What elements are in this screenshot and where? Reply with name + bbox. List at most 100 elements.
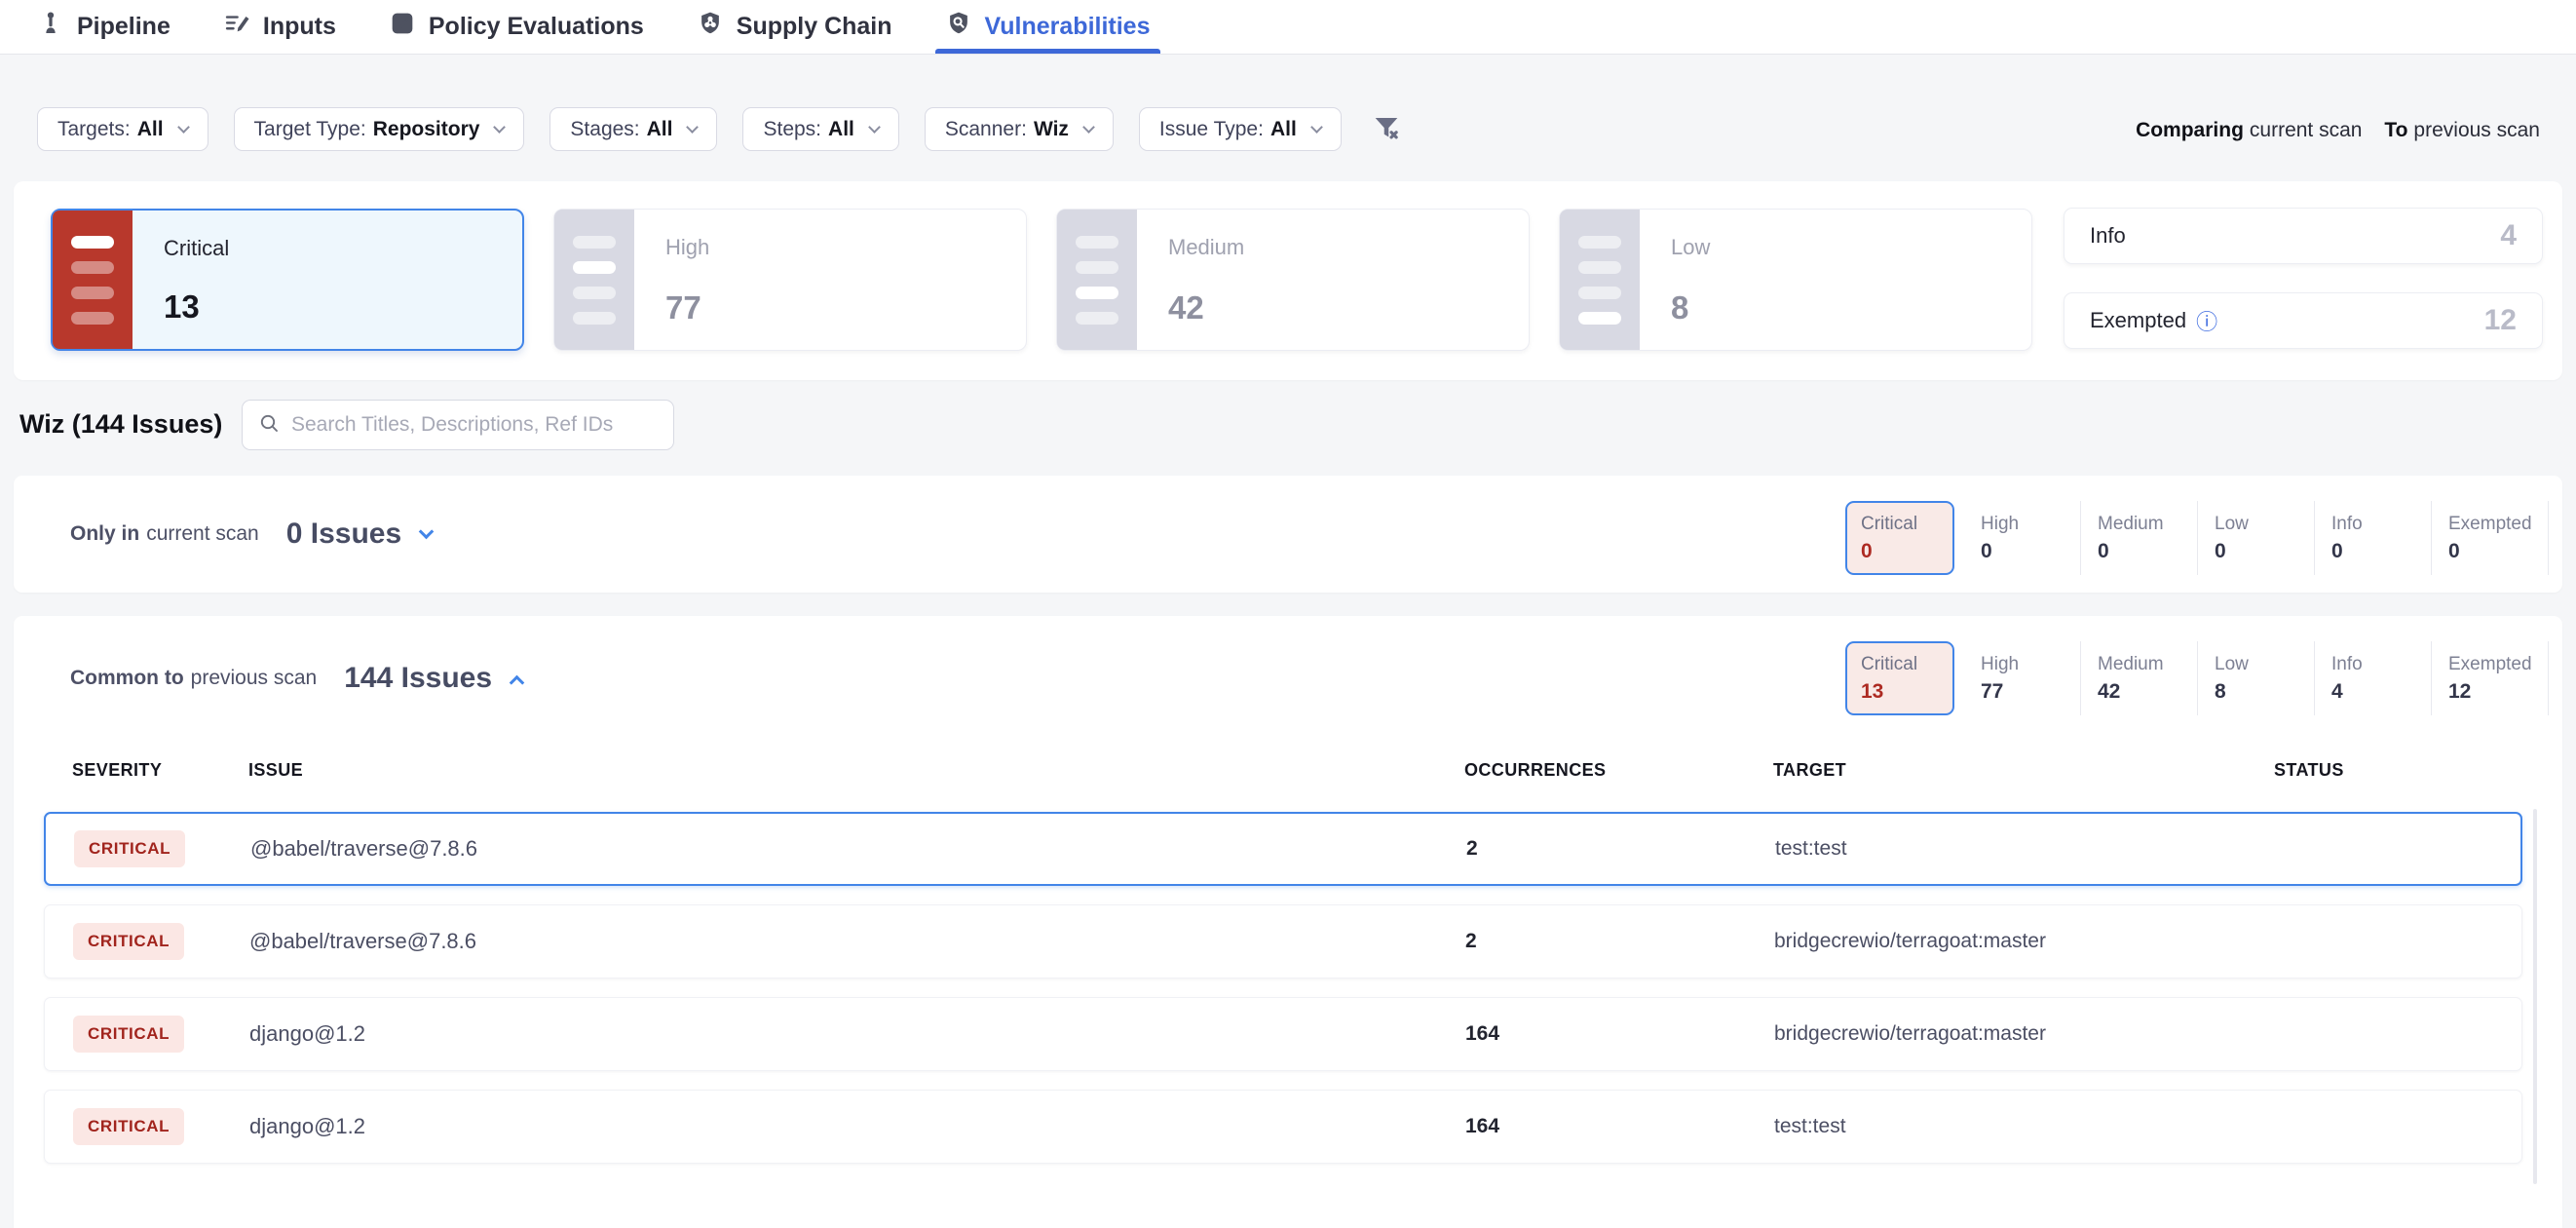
severity-label: Low [1671,235,1710,260]
chip-critical[interactable]: Critical13 [1845,641,1954,715]
tab-vulnerabilities[interactable]: Vulnerabilities [945,0,1151,54]
occurrences-cell: 164 [1465,1115,1499,1138]
target-cell: test:test [1775,837,1847,861]
severity-label: High [665,235,709,260]
chip-medium[interactable]: Medium0 [2081,501,2198,575]
chevron-down-icon [1310,121,1323,134]
severity-count: 42 [1168,289,1244,326]
severity-card-medium[interactable]: Medium42 [1056,209,1530,351]
tab-pipeline[interactable]: Pipeline [37,0,170,54]
column-header-issue: ISSUE [248,760,303,781]
inputs-icon [223,10,250,44]
severity-bars-icon [1560,210,1640,350]
chip-high[interactable]: High0 [1964,501,2081,575]
filter-label: Target Type: [254,118,366,141]
issue-cell: django@1.2 [249,1021,365,1047]
compare-scans-label: Comparingcurrent scan Toprevious scan [2136,119,2547,142]
target-cell: bridgecrewio/terragoat:master [1774,930,2046,953]
shield-network-icon [697,10,724,44]
occurrences-cell: 2 [1465,930,1477,953]
filter-value: All [1270,118,1297,141]
chip-medium[interactable]: Medium42 [2081,641,2198,715]
chip-exempted[interactable]: Exempted0 [2432,501,2549,575]
chevron-down-icon [177,121,190,134]
filter-value: All [137,118,164,141]
scanner-filter[interactable]: Scanner:Wiz [925,107,1114,151]
scrollbar[interactable] [2533,809,2537,1184]
tab-label: Inputs [263,13,336,41]
column-header-severity: SEVERITY [72,760,162,781]
issue-cell: django@1.2 [249,1114,365,1139]
column-header-target: TARGET [1773,760,1846,781]
stages-filter[interactable]: Stages: All [549,107,717,151]
severity-count: 8 [1671,289,1710,326]
severity-card-high[interactable]: High 77 [553,209,1027,351]
filter-value: Repository [373,118,480,141]
targets-filter[interactable]: Targets:All [37,107,208,151]
chip-low[interactable]: Low8 [2198,641,2315,715]
chip-info[interactable]: Info4 [2315,641,2432,715]
issue-cell: @babel/traverse@7.8.6 [249,929,476,954]
chip-high[interactable]: High77 [1964,641,2081,715]
tab-label: Policy Evaluations [429,13,644,41]
severity-count: 77 [665,289,709,326]
filter-row: Targets:All Target Type: Repository Stage… [37,107,1402,151]
severity-bars-icon [1057,210,1137,350]
chevron-down-icon [868,121,881,134]
chip-critical[interactable]: Critical0 [1845,501,1954,575]
comparing-value: current scan [2250,119,2363,141]
info-card[interactable]: Info 4 [2064,208,2543,264]
chip-low[interactable]: Low0 [2198,501,2315,575]
common-to-previous-scan-section: Common to previous scan 144 Issues Criti… [14,616,2562,1228]
shield-magnifier-icon [945,10,972,44]
occurrences-cell: 164 [1465,1022,1499,1046]
filter-value: Wiz [1034,118,1069,141]
issues-count-label: 144 Issues [344,662,492,695]
only-in-current-scan-toggle[interactable]: Only in current scan 0 Issues [70,476,432,593]
search-icon [257,411,281,440]
to-value: previous scan [2413,119,2540,141]
tab-label: Vulnerabilities [985,13,1151,41]
column-header-occurrences: OCCURRENCES [1464,760,1606,781]
filter-label: Issue Type: [1159,118,1264,141]
tab-label: Supply Chain [737,13,892,41]
issue-type-filter[interactable]: Issue Type: All [1139,107,1342,151]
exempted-label: Exempted [2090,308,2186,333]
table-row[interactable]: CRITICAL @babel/traverse@7.8.6 2 test:te… [44,812,2522,886]
severity-card-critical[interactable]: Critical13 [51,209,524,351]
section-prefix: current scan [146,522,259,546]
chip-info[interactable]: Info0 [2315,501,2432,575]
info-count: 4 [2500,219,2517,252]
section-prefix-bold: Common to [70,667,184,690]
tab-supply-chain[interactable]: Supply Chain [697,0,892,54]
filter-value: All [647,118,673,141]
search-input[interactable] [291,413,659,437]
tab-policy-evaluations[interactable]: Policy Evaluations [389,0,644,54]
severity-bars-icon [554,210,634,350]
severity-chip-row: Critical0 High0 Medium0 Low0 Info0 Exemp… [1845,501,2549,575]
severity-card-low[interactable]: Low 8 [1559,209,2032,351]
severity-label: Critical [164,236,229,261]
tab-inputs[interactable]: Inputs [223,0,336,54]
table-row[interactable]: CRITICAL django@1.2 164 test:test [44,1090,2522,1164]
section-prefix: previous scan [191,667,318,690]
occurrences-cell: 2 [1466,837,1478,861]
target-cell: bridgecrewio/terragoat:master [1774,1022,2046,1046]
clear-filters-button[interactable] [1371,112,1402,146]
exempted-card[interactable]: Exempted 12 [2064,292,2543,349]
table-row[interactable]: CRITICAL django@1.2 164 bridgecrewio/ter… [44,997,2522,1071]
table-row[interactable]: CRITICAL @babel/traverse@7.8.6 2 bridgec… [44,904,2522,979]
filter-label: Stages: [570,118,639,141]
severity-badge: CRITICAL [74,830,185,867]
to-bold: To [2384,119,2407,141]
chip-exempted[interactable]: Exempted12 [2432,641,2549,715]
filter-label: Steps: [763,118,821,141]
steps-filter[interactable]: Steps: All [742,107,898,151]
severity-badge: CRITICAL [73,1016,184,1053]
chevron-down-icon [1082,121,1095,134]
target-type-filter[interactable]: Target Type: Repository [234,107,525,151]
filter-clear-icon [1371,112,1402,146]
common-to-previous-scan-toggle[interactable]: Common to previous scan 144 Issues [70,616,522,741]
filter-value: All [828,118,854,141]
chevron-down-icon [494,121,507,134]
